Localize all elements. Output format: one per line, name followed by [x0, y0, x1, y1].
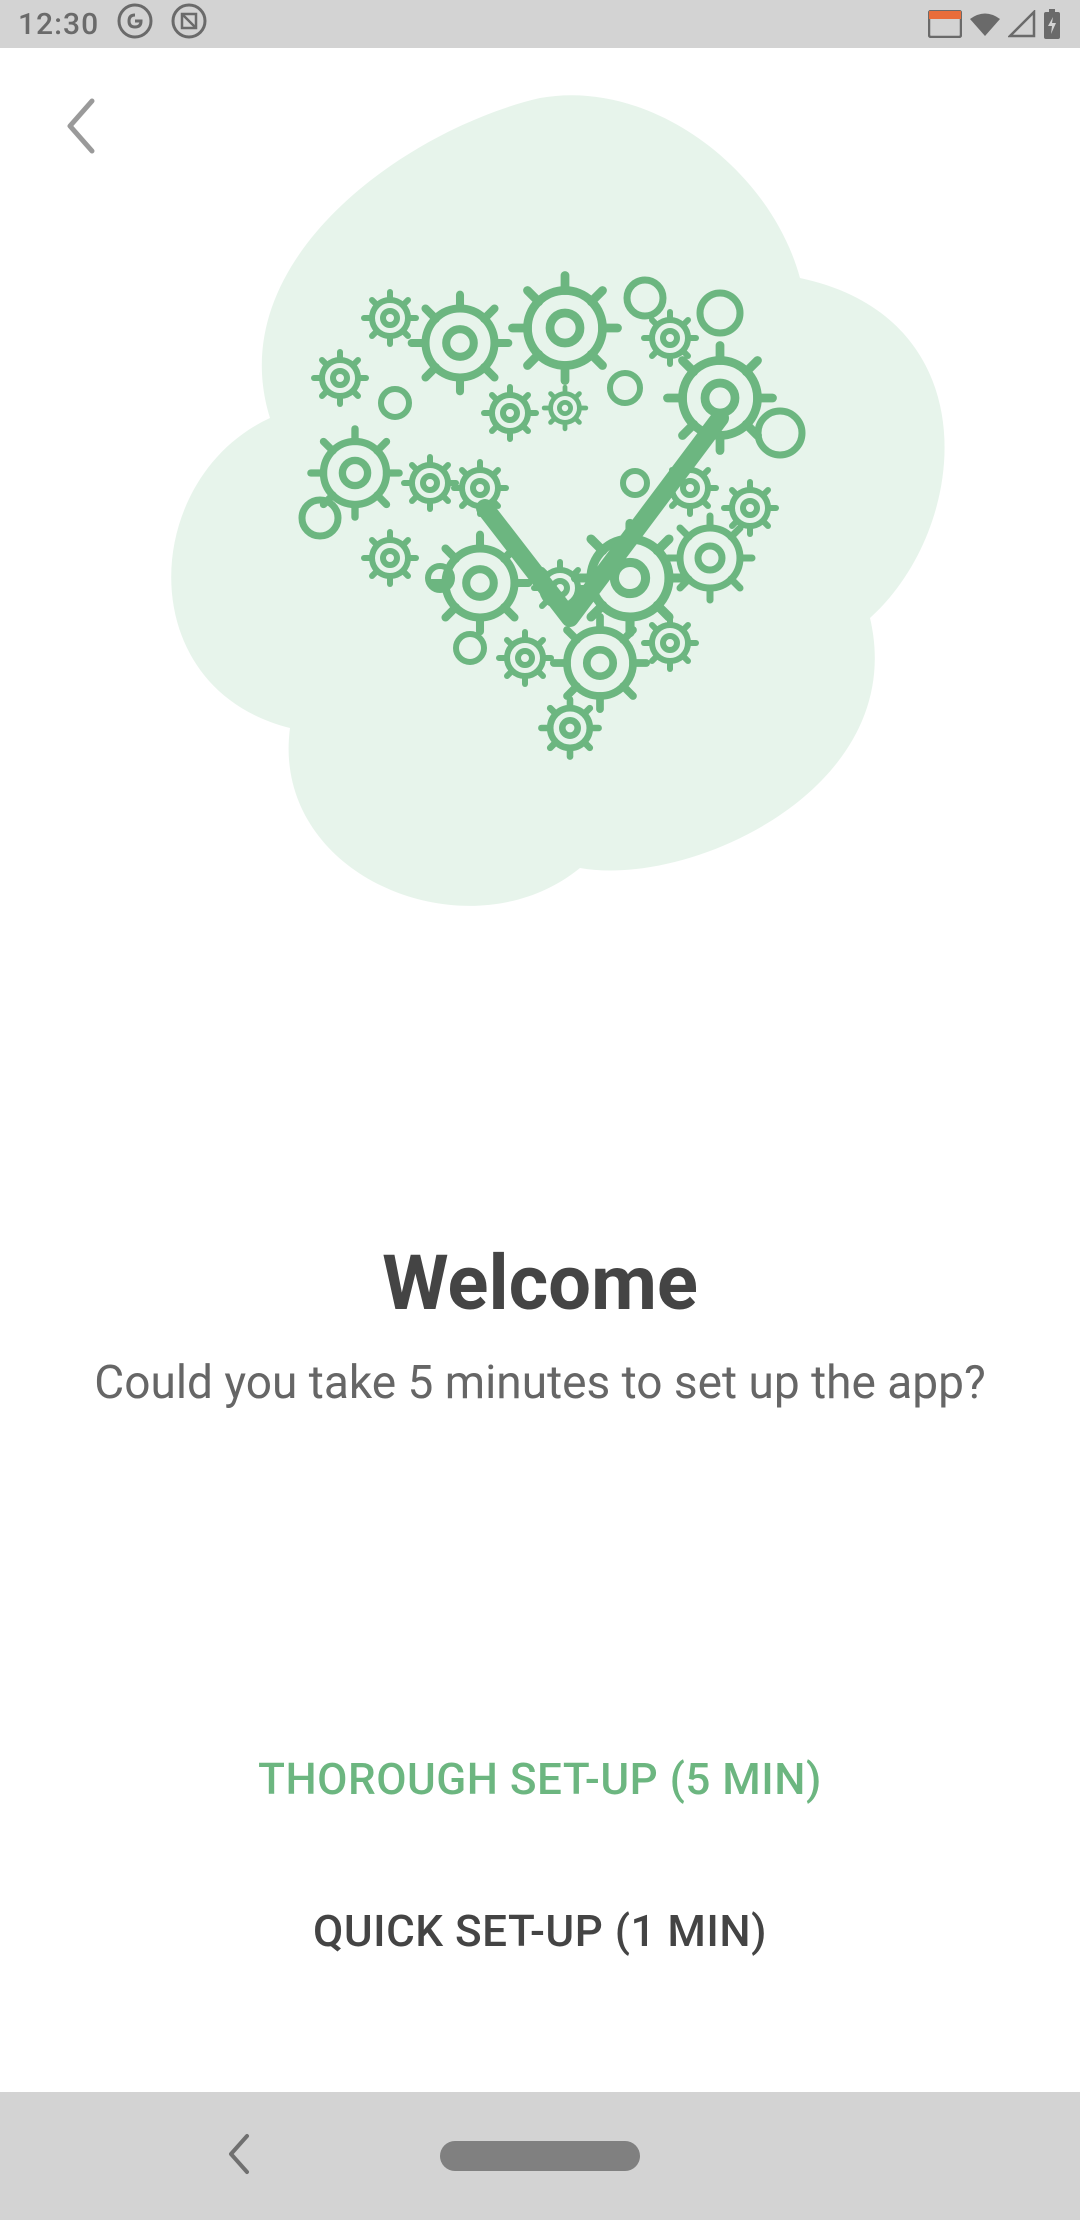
signal-icon — [1008, 10, 1036, 38]
status-bar: 12:30 — [0, 0, 1080, 48]
wifi-icon — [968, 10, 1002, 38]
setup-options: THOROUGH SET-UP (5 MIN) QUICK SET-UP (1 … — [0, 1733, 1080, 1977]
back-button[interactable] — [50, 98, 110, 158]
thorough-setup-button[interactable]: THOROUGH SET-UP (5 MIN) — [0, 1733, 1080, 1825]
chevron-left-icon — [62, 97, 98, 159]
welcome-subtitle: Could you take 5 minutes to set up the a… — [0, 1356, 1080, 1410]
quick-setup-button[interactable]: QUICK SET-UP (1 MIN) — [0, 1885, 1080, 1977]
system-nav-bar — [0, 2092, 1080, 2220]
battery-icon — [1042, 8, 1062, 40]
status-right — [928, 8, 1062, 40]
welcome-title: Welcome — [0, 1238, 1080, 1328]
app-content: Welcome Could you take 5 minutes to set … — [0, 48, 1080, 2092]
system-back-button[interactable] — [225, 2132, 253, 2180]
setup-illustration — [110, 88, 970, 948]
chevron-left-icon — [225, 2161, 253, 2180]
status-time: 12:30 — [18, 7, 99, 42]
home-pill[interactable] — [440, 2141, 640, 2171]
welcome-block: Welcome Could you take 5 minutes to set … — [0, 1238, 1080, 1410]
cast-icon — [928, 10, 962, 38]
app-notification-icon — [171, 3, 207, 46]
status-left: 12:30 — [18, 3, 207, 46]
google-icon — [117, 3, 153, 46]
